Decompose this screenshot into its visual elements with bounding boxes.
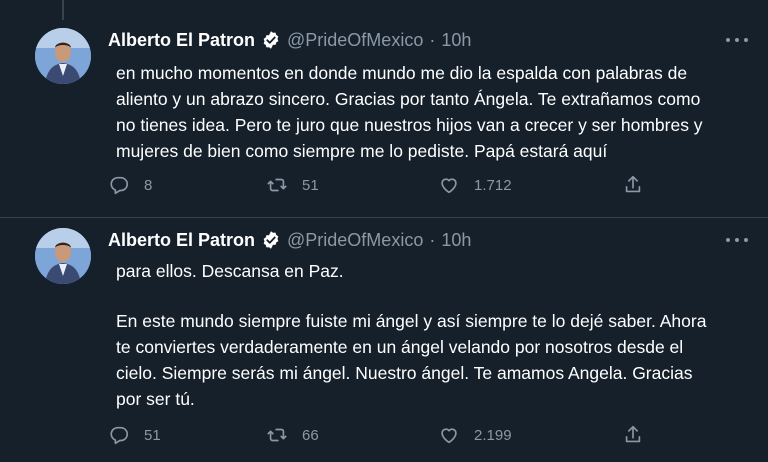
tweet[interactable]: Alberto El Patron @PrideOfMexico · 10h e…	[0, 0, 768, 218]
timestamp[interactable]: 10h	[441, 230, 471, 251]
tweet-actions: 51 66 2.199	[108, 422, 668, 448]
like-count: 2.199	[474, 426, 512, 444]
reply-icon	[110, 426, 129, 445]
like-button[interactable]: 1.712	[438, 172, 512, 198]
verified-badge-icon	[261, 230, 281, 250]
more-icon[interactable]	[726, 235, 748, 245]
like-count: 1.712	[474, 176, 512, 194]
avatar-image	[35, 28, 91, 84]
tweet-header: Alberto El Patron @PrideOfMexico · 10h	[108, 228, 471, 252]
tweet-paragraph: para ellos. Descansa en Paz.	[116, 261, 344, 281]
tweet-text: en mucho momentos en donde mundo me dio …	[116, 60, 716, 164]
reply-button[interactable]: 8	[108, 172, 152, 198]
tweet-paragraph: en mucho momentos en donde mundo me dio …	[116, 63, 703, 161]
retweet-icon	[267, 178, 287, 192]
separator: ·	[429, 29, 436, 50]
avatar[interactable]	[35, 28, 91, 84]
more-icon[interactable]	[726, 35, 748, 45]
like-button[interactable]: 2.199	[438, 422, 512, 448]
tweet-paragraph: En este mundo siempre fuiste mi ángel y …	[116, 311, 707, 409]
reply-button[interactable]: 51	[108, 422, 161, 448]
author-name[interactable]: Alberto El Patron	[108, 30, 255, 51]
share-icon	[625, 425, 641, 443]
avatar[interactable]	[35, 228, 91, 284]
retweet-button[interactable]: 51	[266, 172, 319, 198]
tweet-actions: 8 51 1.712	[108, 172, 668, 198]
author-handle[interactable]: @PrideOfMexico	[287, 230, 423, 251]
retweet-count: 66	[302, 426, 319, 444]
avatar-image	[35, 228, 91, 284]
author-handle[interactable]: @PrideOfMexico	[287, 30, 423, 51]
timestamp[interactable]: 10h	[441, 30, 471, 51]
reply-icon	[110, 176, 129, 195]
tweet-text: para ellos. Descansa en Paz. En este mun…	[116, 258, 716, 412]
like-icon	[441, 178, 457, 194]
retweet-button[interactable]: 66	[266, 422, 319, 448]
share-button[interactable]	[622, 422, 644, 448]
share-button[interactable]	[622, 172, 644, 198]
separator: ·	[429, 229, 436, 250]
retweet-icon	[267, 428, 287, 442]
reply-count: 8	[144, 176, 153, 194]
share-icon	[625, 175, 641, 193]
author-name[interactable]: Alberto El Patron	[108, 230, 255, 251]
verified-badge-icon	[261, 30, 281, 50]
tweet-header: Alberto El Patron @PrideOfMexico · 10h	[108, 28, 471, 52]
like-icon	[441, 428, 457, 444]
reply-count: 51	[144, 426, 161, 444]
retweet-count: 51	[302, 176, 319, 194]
